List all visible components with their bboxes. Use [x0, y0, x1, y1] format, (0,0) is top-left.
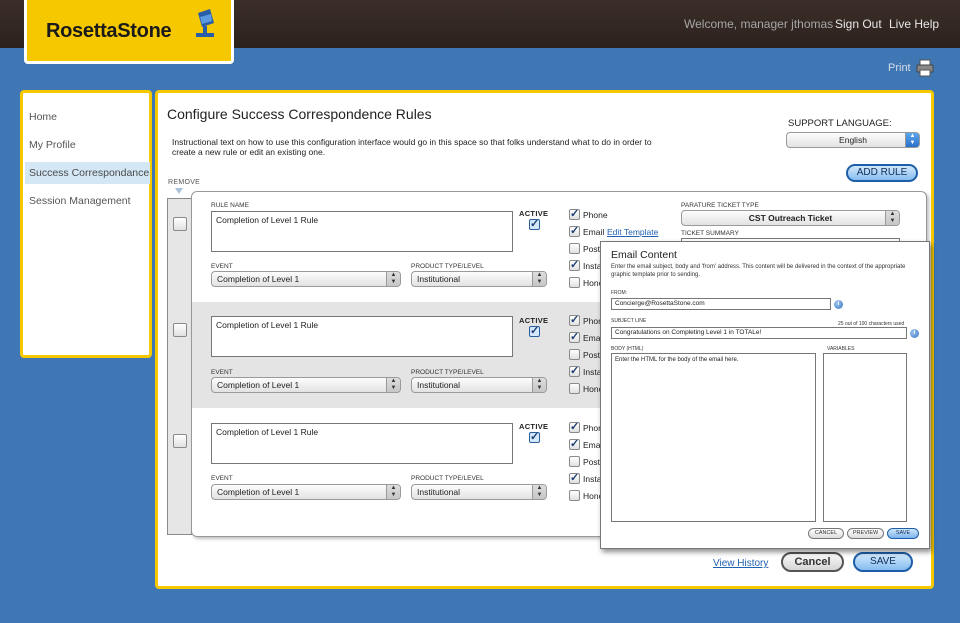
event-select[interactable]: Completion of Level 1 ▲ ▼ [211, 271, 401, 287]
product-type-value: Institutional [417, 274, 460, 284]
sidebar-nav: Home My Profile Success Correspondance S… [20, 90, 152, 358]
honor-checkbox[interactable] [569, 277, 580, 288]
save-button[interactable]: SAVE [853, 552, 913, 572]
select-arrows-icon: ▲ ▼ [532, 378, 546, 392]
logo-stone-icon [196, 9, 214, 37]
event-value: Completion of Level 1 [217, 487, 300, 497]
parature-ticket-type-value: CST Outreach Ticket [748, 213, 833, 223]
select-arrows-icon: ▲ ▼ [386, 272, 400, 286]
dialog-cancel-button[interactable]: CANCEL [808, 528, 844, 539]
postal-checkbox[interactable] [569, 243, 580, 254]
support-language-value: English [839, 135, 867, 145]
instant-checkbox[interactable] [569, 258, 580, 271]
active-checkbox[interactable] [529, 430, 540, 443]
view-history-link[interactable]: View History [713, 558, 768, 569]
printer-icon[interactable] [916, 59, 934, 77]
remove-column-label: REMOVE [168, 179, 201, 186]
active-checkbox[interactable] [529, 324, 540, 337]
from-input[interactable]: Concierge@RosettaStone.com [611, 298, 831, 310]
body-html-label: BODY (HTML) [611, 346, 644, 352]
subject-line-input[interactable]: Congratulations on Completing Level 1 in… [611, 327, 907, 339]
event-label: EVENT [211, 263, 233, 270]
product-type-label: PRODUCT TYPE/LEVEL [411, 475, 484, 482]
select-arrows-icon: ▲ ▼ [532, 272, 546, 286]
phone-checkbox[interactable] [569, 313, 580, 326]
product-type-value: Institutional [417, 380, 460, 390]
remove-checkbox[interactable] [173, 434, 187, 448]
edit-template-link[interactable]: Edit Template [607, 227, 658, 237]
email-checkbox[interactable] [569, 330, 580, 343]
sidebar-item-success-correspondance[interactable]: Success Correspondance [25, 162, 150, 184]
honor-checkbox[interactable] [569, 383, 580, 394]
support-language-select[interactable]: English ▲ ▼ [786, 132, 920, 148]
print-link[interactable]: Print [888, 62, 911, 74]
event-select[interactable]: Completion of Level 1 ▲ ▼ [211, 484, 401, 500]
dialog-title: Email Content [611, 249, 677, 261]
remove-checkbox[interactable] [173, 217, 187, 231]
event-select[interactable]: Completion of Level 1 ▲ ▼ [211, 377, 401, 393]
select-arrows-icon: ▲ ▼ [532, 485, 546, 499]
dialog-description: Enter the email subject, body and 'from'… [611, 264, 906, 278]
info-icon[interactable]: i [910, 329, 919, 338]
remove-column [167, 198, 192, 535]
honor-checkbox[interactable] [569, 490, 580, 501]
sign-out-link[interactable]: Sign Out [835, 17, 882, 31]
instant-checkbox[interactable] [569, 364, 580, 377]
email-checkbox[interactable] [569, 224, 580, 237]
event-label: EVENT [211, 369, 233, 376]
instant-checkbox[interactable] [569, 471, 580, 484]
active-checkbox[interactable] [529, 217, 540, 230]
sidebar-item-session-management[interactable]: Session Management [25, 190, 150, 212]
page-title: Configure Success Correspondence Rules [167, 106, 432, 122]
from-label: FROM: [611, 290, 628, 296]
select-arrows-icon: ▲ ▼ [386, 485, 400, 499]
ticket-summary-label: TICKET SUMMARY [681, 230, 739, 237]
support-language-label: SUPPORT LANGUAGE: [788, 118, 892, 129]
phone-checkbox[interactable] [569, 207, 580, 220]
dialog-preview-button[interactable]: PREVIEW [847, 528, 884, 539]
variables-label: VARIABLES [827, 346, 855, 352]
logo-text: RosettaStone [46, 20, 172, 42]
sidebar-item-home[interactable]: Home [25, 106, 150, 128]
welcome-text: Welcome, manager jthomas [684, 17, 834, 31]
rule-name-input[interactable]: Completion of Level 1 Rule [211, 211, 513, 252]
email-content-dialog: Email Content Enter the email subject, b… [600, 241, 930, 549]
sidebar-item-my-profile[interactable]: My Profile [25, 134, 150, 156]
event-value: Completion of Level 1 [217, 380, 300, 390]
phone-checkbox[interactable] [569, 420, 580, 433]
remove-checkbox[interactable] [173, 323, 187, 337]
email-checkbox[interactable] [569, 437, 580, 450]
event-label: EVENT [211, 475, 233, 482]
add-rule-button[interactable]: ADD RULE [846, 164, 918, 182]
cancel-button[interactable]: Cancel [781, 552, 844, 572]
dialog-save-button[interactable]: SAVE [887, 528, 919, 539]
product-type-value: Institutional [417, 487, 460, 497]
postal-checkbox[interactable] [569, 349, 580, 360]
parature-ticket-type-label: PARATURE TICKET TYPE [681, 202, 759, 209]
select-arrows-icon: ▲ ▼ [885, 211, 899, 225]
product-type-label: PRODUCT TYPE/LEVEL [411, 263, 484, 270]
remove-arrow-icon [175, 188, 183, 194]
parature-ticket-type-select[interactable]: CST Outreach Ticket ▲ ▼ [681, 210, 900, 226]
product-type-select[interactable]: Institutional ▲ ▼ [411, 484, 547, 500]
live-help-link[interactable]: Live Help [889, 17, 939, 31]
variables-list[interactable] [823, 353, 907, 522]
info-icon[interactable]: i [834, 300, 843, 309]
rule-name-label: RULE NAME [211, 202, 249, 209]
postal-checkbox[interactable] [569, 456, 580, 467]
select-arrows-icon: ▲ ▼ [386, 378, 400, 392]
body-html-textarea[interactable]: Enter the HTML for the body of the email… [611, 353, 816, 522]
rule-name-input[interactable]: Completion of Level 1 Rule [211, 316, 513, 357]
select-arrows-icon: ▲ ▼ [905, 133, 919, 147]
rule-name-input[interactable]: Completion of Level 1 Rule [211, 423, 513, 464]
product-type-select[interactable]: Institutional ▲ ▼ [411, 271, 547, 287]
event-value: Completion of Level 1 [217, 274, 300, 284]
phone-label: Phone [583, 210, 608, 220]
instruction-text: Instructional text on how to use this co… [172, 137, 652, 157]
product-type-select[interactable]: Institutional ▲ ▼ [411, 377, 547, 393]
rosetta-stone-logo[interactable]: RosettaStone [24, 0, 234, 64]
email-label: Email [583, 227, 605, 237]
subject-line-label: SUBJECT LINE [611, 318, 647, 324]
product-type-label: PRODUCT TYPE/LEVEL [411, 369, 484, 376]
